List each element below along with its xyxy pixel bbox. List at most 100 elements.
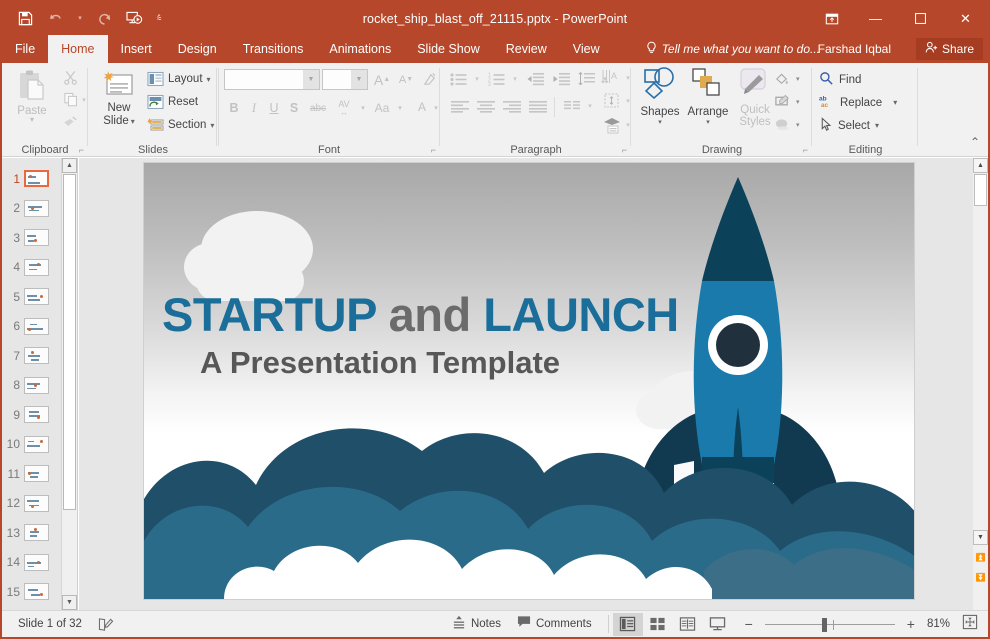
new-slide-button[interactable]: New Slide ▾ <box>95 67 143 135</box>
thumbnail-scroll-thumb[interactable] <box>63 174 76 510</box>
share-button[interactable]: Share <box>915 38 983 60</box>
italic-icon[interactable]: I <box>244 97 264 119</box>
normal-view-button[interactable] <box>612 612 643 636</box>
slide-title[interactable]: STARTUP and LAUNCH <box>162 287 802 342</box>
zoom-slider[interactable] <box>759 611 901 638</box>
shape-fill-button[interactable]: ▾ <box>774 68 816 90</box>
thumbnail-item-11[interactable]: 11 <box>2 459 62 489</box>
scroll-up-button[interactable]: ▲ <box>973 158 988 173</box>
thumbnail-item-15[interactable]: 15 <box>2 577 62 607</box>
select-caret-icon[interactable]: ▾ <box>875 121 879 130</box>
replace-button[interactable]: ab ac Replace ▾ <box>819 91 897 114</box>
notes-page-icon[interactable] <box>90 611 122 638</box>
slide-sorter-view-button[interactable] <box>643 613 673 636</box>
numbering-caret-icon[interactable]: ▾ <box>509 68 521 90</box>
tab-insert[interactable]: Insert <box>108 35 165 63</box>
thumbnail-item-8[interactable]: 8 <box>2 371 62 401</box>
thumbnail-item-3[interactable]: 3 <box>2 223 62 253</box>
zoom-handle[interactable] <box>821 617 827 632</box>
character-spacing-icon[interactable]: AV ↔ <box>331 95 357 119</box>
slide-vertical-scrollbar[interactable]: ▲ ▼ ⏫ ⏬ <box>973 158 988 610</box>
zoom-out-button[interactable]: − <box>739 611 759 638</box>
slide-subtitle[interactable]: A Presentation Template <box>200 345 560 381</box>
layout-button[interactable]: Layout ▾ <box>147 68 211 90</box>
text-direction-icon[interactable]: A <box>599 66 625 90</box>
arrange-caret-icon[interactable]: ▾ <box>706 118 710 126</box>
next-slide-button[interactable]: ⏬ <box>973 570 988 585</box>
tab-view[interactable]: View <box>560 35 613 63</box>
slide-show-view-button[interactable] <box>703 613 733 636</box>
change-case-icon[interactable]: Aa <box>370 97 394 119</box>
paragraph-dialog-launcher[interactable]: ⌐ <box>622 145 627 155</box>
fit-to-window-button[interactable] <box>956 611 988 638</box>
start-slideshow-icon[interactable] <box>121 5 148 32</box>
font-size-input[interactable]: ▼ <box>322 69 368 90</box>
increase-indent-icon[interactable] <box>549 68 573 90</box>
thumbnail-scroll-up-button[interactable]: ▲ <box>62 158 77 173</box>
maximize-button[interactable] <box>898 2 943 35</box>
thumbnail-scroll-down-button[interactable]: ▼ <box>62 595 77 610</box>
bullets-icon[interactable] <box>447 68 471 90</box>
format-painter-icon[interactable] <box>58 111 82 132</box>
thumbnail-scrollbar[interactable]: ▲ ▼ <box>61 158 77 610</box>
align-left-icon[interactable] <box>447 95 473 117</box>
section-button[interactable]: Section ▾ <box>147 114 214 136</box>
shape-outline-button[interactable]: ▾ <box>774 91 816 113</box>
font-dialog-launcher[interactable]: ⌐ <box>431 145 436 155</box>
thumbnail-item-10[interactable]: 10 <box>2 430 62 460</box>
underline-icon[interactable]: U <box>264 97 284 119</box>
thumbnail-item-5[interactable]: 5 <box>2 282 62 312</box>
tab-design[interactable]: Design <box>165 35 230 63</box>
text-shadow-icon[interactable]: S <box>284 97 304 119</box>
change-case-caret-icon[interactable]: ▾ <box>394 97 406 119</box>
character-spacing-caret-icon[interactable]: ▾ <box>357 97 369 119</box>
font-name-dropdown-icon[interactable]: ▼ <box>303 70 319 89</box>
decrease-indent-icon[interactable] <box>523 68 547 90</box>
scroll-down-button[interactable]: ▼ <box>973 530 988 545</box>
smartart-icon[interactable] <box>599 113 625 137</box>
zoom-in-button[interactable]: + <box>901 611 921 638</box>
shapes-button[interactable]: Shapes ▾ <box>636 67 684 137</box>
reading-view-button[interactable] <box>673 613 703 636</box>
align-center-icon[interactable] <box>473 95 499 117</box>
undo-icon[interactable] <box>42 5 69 32</box>
line-spacing-icon[interactable] <box>575 68 599 90</box>
ribbon-options-icon[interactable] <box>811 2 853 35</box>
thumbnail-item-6[interactable]: 6 <box>2 312 62 342</box>
thumbnail-item-1[interactable]: 1 <box>2 164 62 194</box>
decrease-font-size-icon[interactable]: A ▼ <box>394 68 418 91</box>
clipboard-dialog-launcher[interactable]: ⌐ <box>79 145 84 155</box>
tab-home[interactable]: Home <box>48 35 108 63</box>
zoom-level[interactable]: 81% <box>921 611 956 638</box>
tell-me-search[interactable]: Tell me what you want to do... <box>646 35 820 63</box>
columns-icon[interactable] <box>559 95 585 117</box>
tab-review[interactable]: Review <box>493 35 560 63</box>
numbering-icon[interactable]: 123 <box>485 68 509 90</box>
tab-slide-show[interactable]: Slide Show <box>404 35 493 63</box>
paste-caret-icon[interactable]: ▾ <box>30 116 34 124</box>
current-slide[interactable]: STARTUP and LAUNCH A Presentation Templa… <box>143 162 915 600</box>
user-account[interactable]: Farshad Iqbal <box>818 35 891 63</box>
tab-animations[interactable]: Animations <box>316 35 404 63</box>
thumbnail-item-4[interactable]: 4 <box>2 253 62 283</box>
customize-qat-icon[interactable]: ⩯ <box>151 5 167 32</box>
bold-icon[interactable]: B <box>224 97 244 119</box>
strikethrough-icon[interactable]: abc <box>306 97 330 119</box>
redo-icon[interactable] <box>91 5 118 32</box>
close-button[interactable]: ✕ <box>943 2 988 35</box>
undo-caret-icon[interactable]: ▾ <box>72 5 88 32</box>
cut-icon[interactable] <box>58 67 82 88</box>
increase-font-size-icon[interactable]: A ▲ <box>370 68 394 91</box>
previous-slide-button[interactable]: ⏫ <box>973 550 988 565</box>
thumbnail-item-14[interactable]: 14 <box>2 548 62 578</box>
tab-transitions[interactable]: Transitions <box>230 35 317 63</box>
align-text-icon[interactable] <box>599 89 625 113</box>
thumbnail-item-12[interactable]: 12 <box>2 489 62 519</box>
shape-effects-button[interactable]: ▾ <box>774 114 816 136</box>
thumbnail-item-2[interactable]: 2 <box>2 194 62 224</box>
layout-caret-icon[interactable]: ▾ <box>207 75 211 84</box>
clear-formatting-icon[interactable] <box>420 68 440 91</box>
save-icon[interactable] <box>12 5 39 32</box>
section-caret-icon[interactable]: ▾ <box>210 121 214 130</box>
thumbnail-item-7[interactable]: 7 <box>2 341 62 371</box>
